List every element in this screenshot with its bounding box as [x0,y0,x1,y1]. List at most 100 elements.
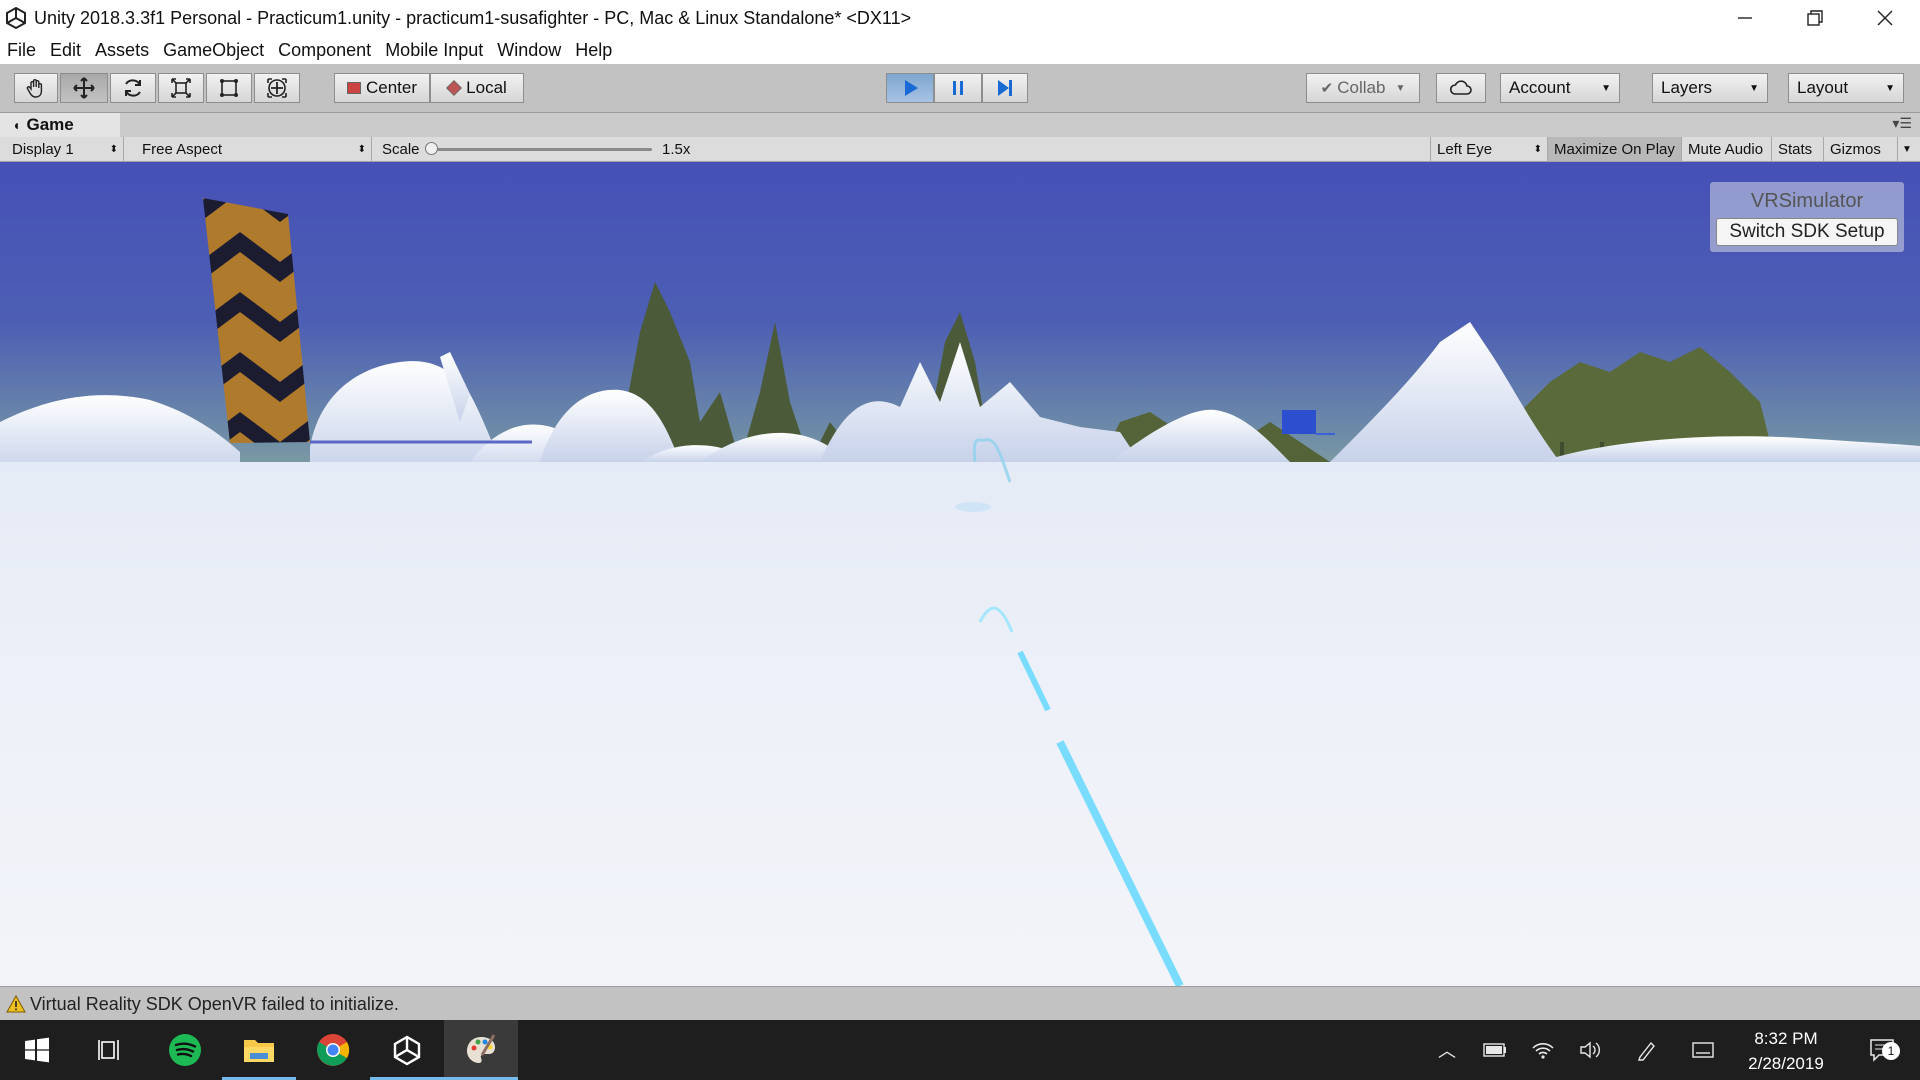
snow-ground [0,462,1920,986]
chrome-icon [317,1034,350,1066]
stats-toggle[interactable]: Stats [1772,137,1824,161]
chrome-taskbar-button[interactable] [296,1020,370,1080]
rotate-icon [125,79,141,97]
close-button[interactable] [1850,0,1920,36]
menu-assets[interactable]: Assets [88,40,156,61]
paint-taskbar-button[interactable] [444,1020,518,1080]
restore-button[interactable] [1780,0,1850,36]
vr-simulator-panel: VRSimulator Switch SDK Setup [1710,182,1904,252]
wifi-tray-button[interactable] [1530,1038,1556,1062]
menu-help[interactable]: Help [568,40,619,61]
display-value: Display 1 [12,140,74,158]
maximize-on-play-toggle[interactable]: Maximize On Play [1548,137,1682,161]
menu-window[interactable]: Window [490,40,568,61]
chevron-down-icon: ▼ [1885,82,1895,94]
layers-label: Layers [1661,78,1713,97]
gizmos-label: Gizmos [1830,140,1881,158]
move-tool-button[interactable] [60,73,108,103]
step-button[interactable] [982,73,1028,103]
chevron-down-icon: ▼ [1749,82,1759,94]
move-icon [73,77,95,99]
task-view-button[interactable] [74,1020,148,1080]
play-icon [905,80,918,96]
volume-tray-button[interactable] [1578,1038,1604,1062]
minimize-button[interactable] [1710,0,1780,36]
scale-tool-button[interactable] [158,73,204,103]
keyboard-icon [1692,1042,1714,1058]
pen-tray-button[interactable] [1634,1038,1660,1062]
pause-button[interactable] [934,73,982,103]
transform-tool-button[interactable] [254,73,300,103]
scale-value-box: 1.5x [656,137,726,161]
menu-bar: File Edit Assets GameObject Component Mo… [0,36,1920,64]
aspect-select[interactable]: Free Aspect ⬍ [136,137,372,161]
game-viewport[interactable]: VRSimulator Switch SDK Setup [0,162,1920,986]
transform-icon [267,78,287,98]
file-explorer-taskbar-button[interactable] [222,1020,296,1080]
unity-app-icon [6,6,26,30]
spotify-icon [169,1034,201,1066]
layers-dropdown[interactable]: Layers ▼ [1652,73,1768,103]
unity-icon [393,1035,421,1066]
mute-audio-toggle[interactable]: Mute Audio [1682,137,1772,161]
game-view-controls: Display 1 ⬍ Free Aspect ⬍ Scale 1.5x Lef… [0,137,1920,162]
system-clock[interactable]: 8:32 PM 2/28/2019 [1730,1026,1842,1076]
switch-sdk-setup-button[interactable]: Switch SDK Setup [1716,218,1898,246]
window-title: Unity 2018.3.3f1 Personal - Practicum1.u… [34,7,912,28]
menu-edit[interactable]: Edit [43,40,88,61]
space-label: Local [466,78,507,97]
chevron-down-icon: ▼ [1902,143,1912,155]
collab-dropdown[interactable]: ✔ Collab ▼ [1306,73,1420,103]
scale-slider-handle[interactable] [425,142,438,155]
clock-time: 8:32 PM [1754,1029,1818,1048]
layout-label: Layout [1797,78,1849,97]
rect-tool-button[interactable] [206,73,252,103]
scale-slider-track[interactable] [432,148,652,151]
action-center-button[interactable]: 1 [1858,1030,1906,1070]
pane-menu-icon[interactable]: ▾☰ [1892,115,1912,132]
step-icon [998,80,1012,96]
cloud-icon [1449,80,1472,95]
chevron-down-icon: ▼ [1395,82,1406,94]
scale-value: 1.5x [662,140,691,158]
hand-tool-button[interactable] [14,73,58,103]
warning-icon [6,994,26,1013]
aspect-value: Free Aspect [142,140,223,158]
show-hidden-icons-button[interactable]: ︿ [1434,1038,1460,1062]
console-status-bar[interactable]: Virtual Reality SDK OpenVR failed to ini… [0,986,1920,1021]
clock-date: 2/28/2019 [1748,1054,1824,1073]
pivot-icon [346,82,361,94]
menu-component[interactable]: Component [271,40,378,61]
cloud-button[interactable] [1436,73,1486,103]
collab-label: Collab [1337,78,1386,97]
mute-audio-label: Mute Audio [1688,140,1764,158]
volume-icon [1580,1041,1600,1059]
pacman-icon: ◖ [12,117,21,133]
rect-transform-icon [220,79,238,97]
stats-label: Stats [1778,140,1813,158]
gizmos-dropdown[interactable]: ▼ [1898,137,1918,161]
play-button[interactable] [886,73,934,103]
unity-taskbar-button[interactable] [370,1020,444,1080]
rotate-tool-button[interactable] [110,73,156,103]
account-dropdown[interactable]: Account ▼ [1500,73,1620,103]
display-select[interactable]: Display 1 ⬍ [6,137,124,161]
windows-taskbar: ︿ 8:32 PM 2/28/2019 1 [0,1020,1920,1080]
folder-icon [244,1040,274,1062]
touch-keyboard-tray-button[interactable] [1690,1038,1716,1062]
restore-icon [1807,10,1823,26]
menu-file[interactable]: File [0,40,43,61]
eye-select[interactable]: Left Eye ⬍ [1430,137,1548,161]
tab-game[interactable]: ◖ Game [0,113,120,137]
gizmos-toggle[interactable]: Gizmos [1824,137,1898,161]
pivot-center-button[interactable]: Center [334,73,430,103]
task-view-icon [98,1040,119,1060]
start-button[interactable] [0,1020,74,1080]
pivot-local-button[interactable]: Local [430,73,524,103]
maximize-on-play-label: Maximize On Play [1554,140,1675,158]
menu-mobile-input[interactable]: Mobile Input [378,40,490,61]
battery-tray-button[interactable] [1482,1038,1508,1062]
layout-dropdown[interactable]: Layout ▼ [1788,73,1904,103]
spotify-taskbar-button[interactable] [148,1020,222,1080]
menu-gameobject[interactable]: GameObject [156,40,271,61]
